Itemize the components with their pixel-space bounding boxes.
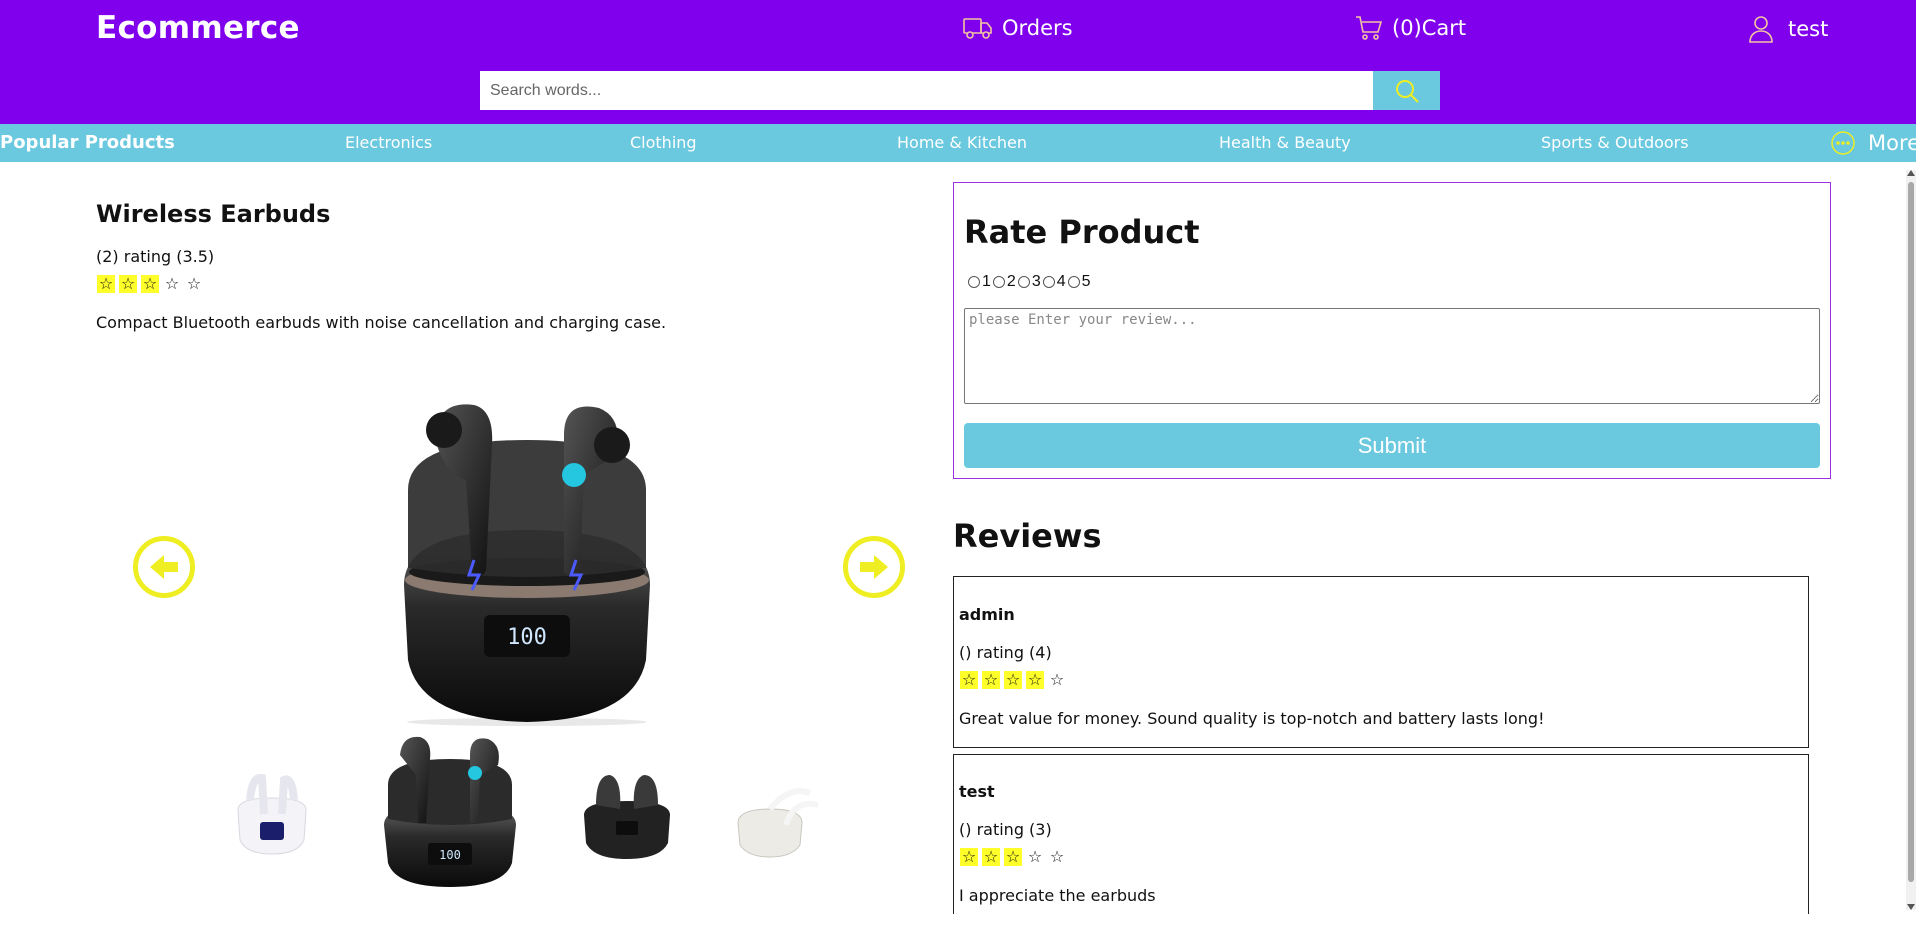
scroll-down-arrow-icon[interactable] xyxy=(1907,904,1915,910)
review-textarea[interactable] xyxy=(964,308,1820,404)
review-star-rating: ☆ ☆ ☆ ☆ ☆ xyxy=(960,671,1066,689)
reviews-heading: Reviews xyxy=(953,517,1102,555)
search-input[interactable] xyxy=(480,71,1373,110)
product-thumbnail[interactable] xyxy=(580,765,674,861)
site-header: Ecommerce Orders (0)Cart test xyxy=(0,0,1916,124)
cart-label: (0)Cart xyxy=(1392,16,1467,40)
review-card: admin () rating (4) ☆ ☆ ☆ ☆ ☆ Great value fo… xyxy=(953,576,1809,748)
scrollbar-thumb[interactable] xyxy=(1908,182,1914,882)
review-rating-text: () rating (4) xyxy=(959,643,1052,662)
user-icon xyxy=(1749,16,1773,43)
product-rating-text: (2) rating (3.5) xyxy=(96,247,215,266)
more-label: More xyxy=(1868,131,1916,155)
category-sports-outdoors[interactable]: Sports & Outdoors xyxy=(1541,124,1689,162)
radio-button[interactable] xyxy=(968,276,980,288)
rating-option-label: 3 xyxy=(1031,273,1041,290)
search-icon xyxy=(1395,79,1419,103)
rating-option-2[interactable]: 2 xyxy=(992,273,1016,291)
star-filled-icon: ☆ xyxy=(97,274,115,293)
review-text: Great value for money. Sound quality is … xyxy=(959,709,1545,728)
cart-link[interactable]: (0)Cart xyxy=(1354,14,1466,42)
rating-option-1[interactable]: 1 xyxy=(968,273,991,291)
star-filled-icon: ☆ xyxy=(141,274,159,293)
scroll-up-arrow-icon[interactable] xyxy=(1907,170,1915,176)
star-filled-icon: ☆ xyxy=(960,847,978,866)
rating-option-label: 1 xyxy=(982,273,991,290)
radio-button[interactable] xyxy=(1042,276,1055,288)
category-more[interactable]: More xyxy=(1830,124,1916,162)
star-empty-icon: ☆ xyxy=(1049,670,1065,689)
truck-icon xyxy=(963,18,992,39)
rating-radio-group: 1 2 3 4 5 xyxy=(968,273,1093,291)
svg-text:100: 100 xyxy=(439,848,461,862)
cart-icon xyxy=(1356,16,1383,40)
review-card: test () rating (3) ☆ ☆ ☆ ☆ ☆ I appreciate th… xyxy=(953,754,1809,914)
star-filled-icon: ☆ xyxy=(982,847,1000,866)
arrow-right-icon xyxy=(860,555,888,579)
radio-button[interactable] xyxy=(1067,276,1080,288)
rating-option-3[interactable]: 3 xyxy=(1017,273,1041,291)
submit-review-button[interactable]: Submit xyxy=(964,423,1820,468)
star-empty-icon: ☆ xyxy=(164,274,180,293)
more-dots-icon xyxy=(1831,131,1855,155)
category-clothing[interactable]: Clothing xyxy=(630,124,697,162)
star-filled-icon: ☆ xyxy=(1026,670,1044,689)
reviewer-name: admin xyxy=(959,605,1015,624)
brand-logo[interactable]: Ecommerce xyxy=(96,10,300,46)
carousel-prev-button[interactable] xyxy=(133,536,195,598)
rate-product-title: Rate Product xyxy=(964,213,1200,251)
orders-link[interactable]: Orders xyxy=(962,14,1073,42)
svg-text:100: 100 xyxy=(507,625,547,650)
star-filled-icon: ☆ xyxy=(960,670,978,689)
review-star-rating: ☆ ☆ ☆ ☆ ☆ xyxy=(960,848,1066,866)
star-filled-icon: ☆ xyxy=(982,670,1000,689)
product-thumbnail-active[interactable]: 100 xyxy=(374,735,526,887)
product-thumbnail[interactable] xyxy=(730,765,824,861)
category-nav: Popular Products Electronics Clothing Ho… xyxy=(0,124,1916,162)
page-scrollbar[interactable] xyxy=(1906,170,1916,910)
radio-button[interactable] xyxy=(1017,276,1030,288)
user-menu[interactable]: test xyxy=(1748,14,1828,44)
reviewer-name: test xyxy=(959,782,995,801)
star-empty-icon: ☆ xyxy=(1049,847,1065,866)
review-rating-text: () rating (3) xyxy=(959,820,1052,839)
user-name: test xyxy=(1788,17,1829,41)
carousel-next-button[interactable] xyxy=(843,536,905,598)
search-button[interactable] xyxy=(1373,71,1440,110)
rating-option-4[interactable]: 4 xyxy=(1042,273,1066,291)
orders-label: Orders xyxy=(1002,16,1073,40)
star-filled-icon: ☆ xyxy=(1004,670,1022,689)
star-empty-icon: ☆ xyxy=(1027,847,1043,866)
category-electronics[interactable]: Electronics xyxy=(345,124,432,162)
arrow-left-icon xyxy=(150,555,178,579)
rating-option-label: 2 xyxy=(1006,273,1016,290)
review-text: I appreciate the earbuds xyxy=(959,886,1156,905)
category-health-beauty[interactable]: Health & Beauty xyxy=(1219,124,1351,162)
search-bar xyxy=(480,71,1440,110)
product-main-image[interactable]: 100 xyxy=(384,400,670,726)
star-filled-icon: ☆ xyxy=(119,274,137,293)
radio-button[interactable] xyxy=(992,276,1005,288)
product-title: Wireless Earbuds xyxy=(96,200,331,228)
product-thumbnail[interactable] xyxy=(232,770,312,856)
rate-product-form: Rate Product 1 2 3 4 5 Submit xyxy=(953,182,1831,479)
star-empty-icon: ☆ xyxy=(186,274,202,293)
rating-option-5[interactable]: 5 xyxy=(1067,273,1091,291)
rating-option-label: 4 xyxy=(1056,273,1066,290)
category-home-kitchen[interactable]: Home & Kitchen xyxy=(897,124,1027,162)
product-star-rating: ☆ ☆ ☆ ☆ ☆ xyxy=(97,275,203,293)
star-filled-icon: ☆ xyxy=(1004,847,1022,866)
category-popular-products[interactable]: Popular Products xyxy=(0,124,175,162)
product-description: Compact Bluetooth earbuds with noise can… xyxy=(96,313,667,332)
rating-option-label: 5 xyxy=(1081,273,1091,290)
